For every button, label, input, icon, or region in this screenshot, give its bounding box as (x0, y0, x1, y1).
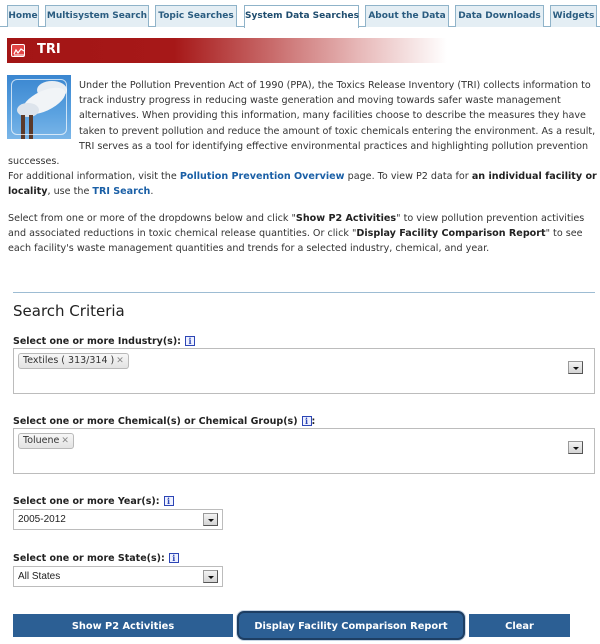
section-divider (13, 292, 595, 293)
tab-data-downloads[interactable]: Data Downloads (455, 5, 544, 27)
industry-label: Select one or more Industry(s): i (13, 336, 195, 347)
year-dropdown-arrow-icon[interactable] (203, 513, 218, 526)
year-label: Select one or more Year(s): i (13, 496, 174, 507)
instructions-text: Select from one or more of the dropdowns… (8, 211, 598, 257)
state-label: Select one or more State(s): i (13, 553, 179, 564)
page-header-banner: TRI (7, 38, 447, 63)
state-dropdown-arrow-icon[interactable] (203, 570, 218, 583)
tab-multisystem-search[interactable]: Multisystem Search (45, 5, 149, 27)
page-title: TRI (37, 42, 61, 57)
instructions-display-report: Display Facility Comparison Report (356, 228, 546, 240)
info-icon[interactable]: i (184, 336, 195, 346)
year-select-value: 2005-2012 (18, 514, 66, 525)
chemical-chip-label: Toluene (23, 435, 60, 446)
chemical-dropdown-arrow-icon[interactable] (568, 441, 583, 454)
chemical-multiselect[interactable]: Toluene ✕ (13, 428, 595, 474)
instructions-show-p2: Show P2 Activities (295, 213, 397, 224)
remove-icon[interactable]: ✕ (116, 356, 124, 366)
state-label-text: Select one or more State(s): (13, 553, 165, 564)
additional-info-suffix: . (150, 186, 154, 198)
intro-paragraph: Under the Pollution Prevention Act of 19… (79, 80, 596, 152)
state-select-value: All States (18, 571, 61, 582)
state-select[interactable]: All States (13, 566, 223, 587)
year-label-text: Select one or more Year(s): (13, 496, 160, 507)
info-icon[interactable]: i (168, 553, 179, 563)
industry-multiselect[interactable]: Textiles ( 313/314 ) ✕ (13, 348, 595, 394)
industry-selected-chip: Textiles ( 313/314 ) ✕ (18, 353, 129, 369)
tab-system-data-searches[interactable]: System Data Searches (244, 5, 359, 28)
info-icon[interactable]: i (163, 496, 174, 506)
tab-widgets[interactable]: Widgets (550, 5, 597, 27)
show-p2-activities-button[interactable]: Show P2 Activities (13, 614, 233, 637)
search-criteria-heading: Search Criteria (13, 302, 125, 320)
tab-home[interactable]: Home (7, 5, 39, 27)
additional-info-text: For additional information, visit the Po… (8, 171, 597, 197)
chemical-selected-chip: Toluene ✕ (18, 433, 74, 449)
chemical-label-colon: : (311, 416, 316, 427)
pollution-prevention-overview-link[interactable]: Pollution Prevention Overview (180, 171, 345, 182)
instructions-prefix: Select from one or more of the dropdowns… (8, 213, 296, 224)
chemical-label: Select one or more Chemical(s) or Chemic… (13, 416, 315, 427)
tab-topic-searches[interactable]: Topic Searches (155, 5, 237, 27)
industry-dropdown-arrow-icon[interactable] (568, 361, 583, 374)
nav-tabbar: Home Multisystem Search Topic Searches S… (0, 0, 600, 28)
industry-chip-label: Textiles ( 313/314 ) (23, 355, 115, 366)
remove-icon[interactable]: ✕ (61, 436, 69, 446)
tab-about-the-data[interactable]: About the Data (365, 5, 449, 27)
intro-text: Under the Pollution Prevention Act of 19… (8, 78, 598, 200)
additional-info-middle: page. To view P2 data for (344, 171, 472, 183)
info-icon[interactable]: i (301, 416, 312, 426)
display-facility-comparison-report-button[interactable]: Display Facility Comparison Report (237, 611, 465, 640)
additional-info-prefix: For additional information, visit the (8, 171, 180, 183)
industry-label-text: Select one or more Industry(s): (13, 336, 181, 347)
year-select[interactable]: 2005-2012 (13, 509, 223, 530)
additional-info-middle2: , use the (47, 186, 93, 198)
factory-chart-icon (11, 44, 25, 57)
tri-search-link[interactable]: TRI Search (92, 186, 150, 197)
intro-paragraph-tail: successes. (8, 156, 60, 168)
chemical-label-text: Select one or more Chemical(s) or Chemic… (13, 416, 298, 427)
clear-button[interactable]: Clear (469, 614, 570, 637)
